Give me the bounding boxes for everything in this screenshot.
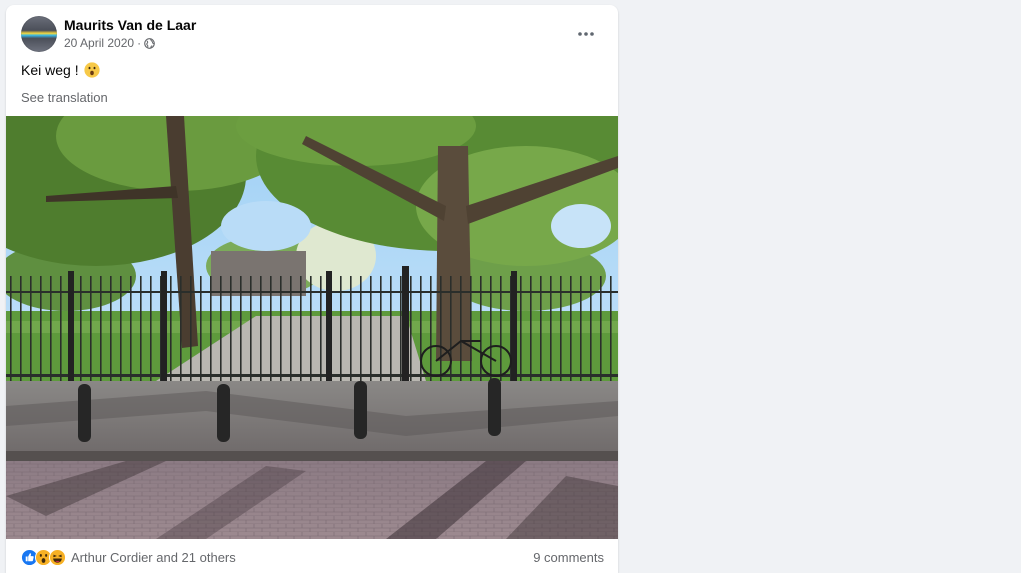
post-card: Maurits Van de Laar 20 April 2020 · Kei … [6, 5, 618, 573]
comments-count-link[interactable]: 9 comments [533, 550, 604, 565]
meta-separator: · [137, 36, 142, 50]
post-meta: 20 April 2020 · [64, 36, 155, 50]
more-options-button[interactable] [572, 20, 600, 48]
haha-reaction-icon [49, 549, 66, 566]
post-header: Maurits Van de Laar 20 April 2020 · [21, 16, 608, 52]
post-photo[interactable] [6, 116, 618, 539]
post-footer: Arthur Cordier and 21 others 9 comments [6, 539, 618, 573]
reactions-summary[interactable]: Arthur Cordier and 21 others [21, 549, 236, 566]
author-name[interactable]: Maurits Van de Laar [64, 17, 196, 33]
globe-icon[interactable] [144, 37, 155, 49]
astonished-face-emoji [83, 62, 100, 78]
see-translation-link[interactable]: See translation [21, 90, 108, 105]
more-dots-icon [578, 32, 594, 36]
author-avatar[interactable] [21, 16, 57, 52]
post-text-content: Kei weg ! [21, 62, 79, 78]
reactors-summary-text[interactable]: Arthur Cordier and 21 others [71, 550, 236, 565]
post-text: Kei weg ! [21, 62, 100, 78]
post-date[interactable]: 20 April 2020 [64, 36, 134, 50]
